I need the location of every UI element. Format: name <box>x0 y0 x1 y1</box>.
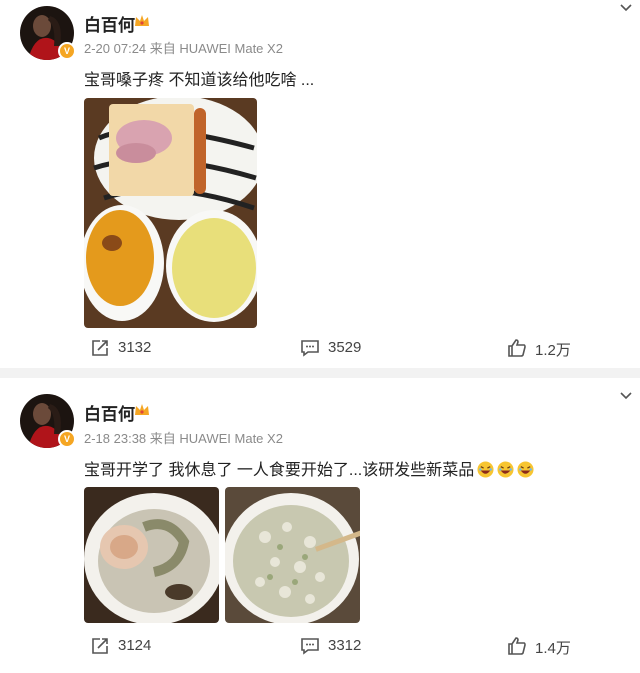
action-bar: 3124 3312 1.4万 <box>0 626 640 666</box>
comment-icon <box>301 638 319 655</box>
chevron-down-icon[interactable] <box>620 2 632 14</box>
username[interactable]: 白百何 <box>84 11 135 36</box>
repost-count: 3124 <box>118 637 152 654</box>
action-bar: 3132 3529 1.2万 <box>0 328 640 368</box>
verified-badge-icon: V <box>58 430 76 448</box>
post-image-food[interactable] <box>84 98 257 328</box>
weibo-post-1: V 白百何 2-20 07:24 来自 HUAWEI Mate X2 宝哥嗓子疼… <box>0 0 640 368</box>
post-text: 宝哥开学了 我休息了 一人食要开始了...该研发些新菜品 <box>84 462 475 479</box>
repost-icon <box>92 340 108 356</box>
like-count: 1.4万 <box>535 640 571 657</box>
post-text: 宝哥嗓子疼 不知道该给他吃啥 ... <box>84 72 315 89</box>
post-image-shrimp[interactable] <box>84 487 219 623</box>
thumbs-up-icon <box>508 637 526 655</box>
post-meta: 2-20 07:24 来自 HUAWEI Mate X2 <box>84 41 283 56</box>
laughing-emoji-icon <box>497 461 514 478</box>
weibo-post-2: V 白百何 2-18 23:38 来自 HUAWEI Mate X2 宝哥开学了… <box>0 378 640 673</box>
laughing-emoji-icon <box>517 461 534 478</box>
comment-count: 3529 <box>328 339 362 356</box>
verified-badge-icon: V <box>58 42 76 60</box>
post-image-rice[interactable] <box>225 487 360 623</box>
username[interactable]: 白百何 <box>84 400 135 425</box>
post-content: 宝哥嗓子疼 不知道该给他吃啥 ... <box>84 66 314 90</box>
repost-count: 3132 <box>118 339 152 356</box>
repost-icon <box>92 638 108 654</box>
post-meta: 2-18 23:38 来自 HUAWEI Mate X2 <box>84 431 283 446</box>
crown-icon <box>135 15 149 26</box>
thumbs-up-icon <box>508 339 526 357</box>
laughing-emoji-icon <box>477 461 494 478</box>
comment-count: 3312 <box>328 637 362 654</box>
post-content: 宝哥开学了 我休息了 一人食要开始了...该研发些新菜品 <box>84 456 534 480</box>
like-count: 1.2万 <box>535 342 571 359</box>
crown-icon <box>135 404 149 415</box>
comment-icon <box>301 340 319 357</box>
chevron-down-icon[interactable] <box>620 390 632 402</box>
